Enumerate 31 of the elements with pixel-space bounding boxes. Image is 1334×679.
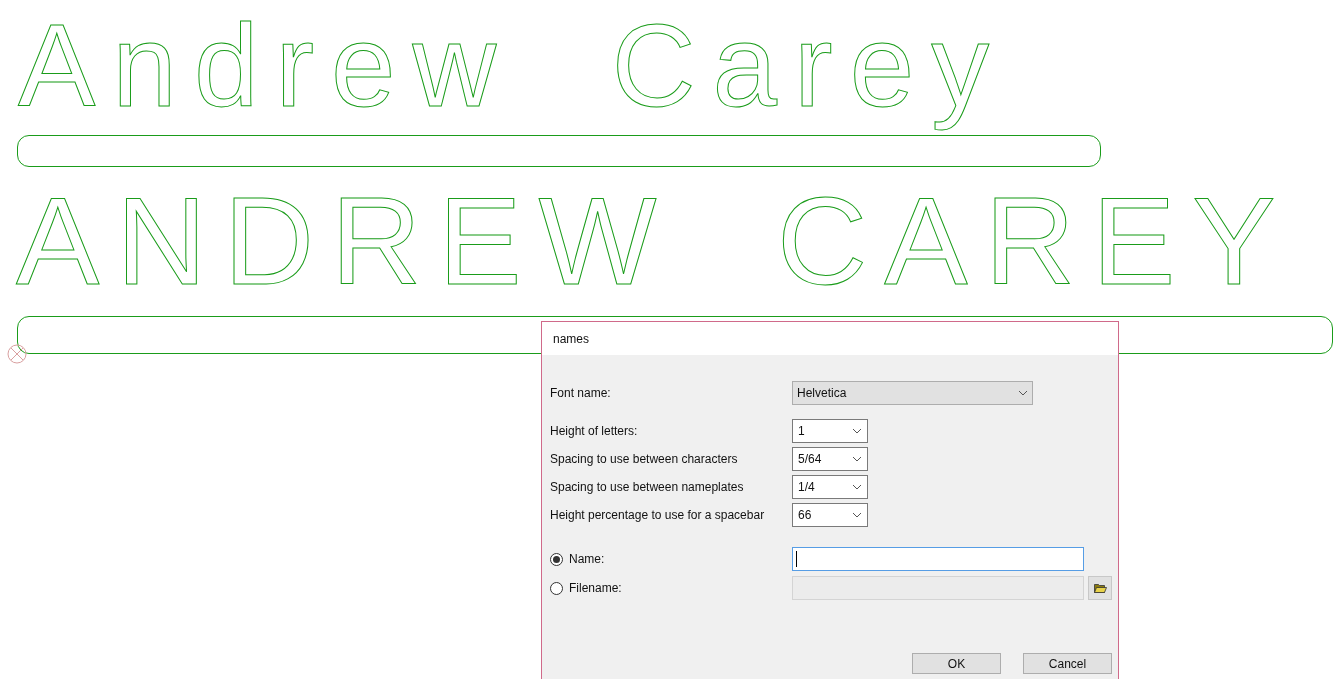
text-input[interactable]	[792, 547, 1084, 571]
folder-icon	[1093, 583, 1107, 593]
dialog-button[interactable]: Cancel	[1023, 653, 1112, 674]
radio-button[interactable]	[550, 552, 563, 566]
radio-label: Filename:	[569, 580, 622, 597]
field-label: Spacing to use between nameplates	[550, 479, 745, 496]
field-label: Height percentage to use for a spacebar	[550, 507, 766, 524]
radio-button[interactable]	[550, 581, 563, 595]
chevron-down-icon	[852, 512, 862, 518]
browse-button[interactable]	[1088, 576, 1112, 600]
chevron-down-icon	[1018, 390, 1028, 396]
dialog-title: names	[542, 322, 1118, 355]
font-dropdown[interactable]: Helvetica	[792, 381, 1033, 405]
chevron-down-icon	[852, 428, 862, 434]
radio-label: Name:	[569, 551, 605, 568]
value-dropdown[interactable]: 66	[792, 503, 868, 527]
chevron-down-icon	[852, 456, 862, 462]
origin-marker-icon	[7, 344, 27, 364]
field-label: Font name:	[550, 385, 612, 402]
radio-option[interactable]: Name:	[550, 550, 792, 568]
field-label: Height of letters:	[550, 423, 639, 440]
outlined-text: Andrew Carey	[18, 0, 1007, 133]
outlined-text: ANDREW CAREY	[16, 170, 1293, 312]
text-input[interactable]	[792, 576, 1084, 600]
radio-option[interactable]: Filename:	[550, 579, 792, 597]
chevron-down-icon	[852, 484, 862, 490]
value-dropdown[interactable]: 1	[792, 419, 868, 443]
dialog-button[interactable]: OK	[912, 653, 1001, 674]
field-label: Spacing to use between characters	[550, 451, 739, 468]
value-dropdown[interactable]: 1/4	[792, 475, 868, 499]
value-dropdown[interactable]: 5/64	[792, 447, 868, 471]
